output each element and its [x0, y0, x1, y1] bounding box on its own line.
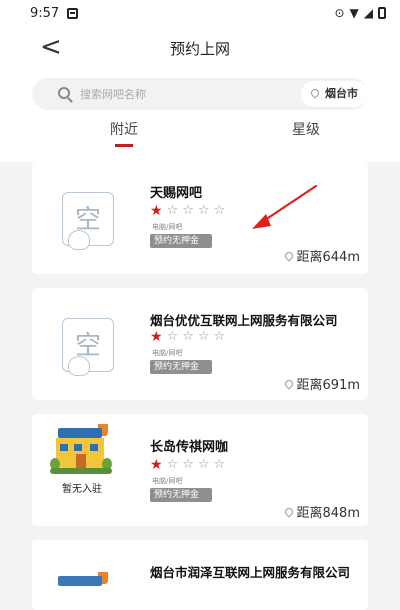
star-empty-icon: ☆: [197, 203, 210, 218]
location-pin-icon: [282, 505, 295, 518]
location-pin-icon: [282, 377, 295, 390]
star-filled-icon: ★: [150, 329, 163, 345]
status-time: 9:57: [30, 5, 60, 21]
page-title: 预约上网: [169, 40, 230, 58]
venue-distance: 距离691m: [282, 374, 360, 393]
list-item[interactable]: 空 烟台优优互联网上网服务有限公司 ★ ☆ ☆ ☆ ☆ 电脑/网吧 预约无押金 …: [32, 288, 368, 400]
star-rating: ★ ☆ ☆ ☆ ☆: [150, 329, 226, 345]
star-empty-icon: ☆: [182, 457, 194, 472]
venue-distance: 距离644m: [282, 246, 360, 265]
star-empty-icon: ☆: [182, 329, 194, 344]
star-empty-icon: ☆: [166, 203, 179, 218]
nav-bar: < 预约上网: [0, 26, 400, 70]
venue-name: 天赐网吧: [150, 186, 203, 201]
star-empty-icon: ☆: [166, 329, 179, 344]
signal-icon: ◢: [363, 6, 373, 20]
star-empty-icon: ☆: [166, 457, 179, 472]
venue-thumbnail: 暂无入驻: [50, 420, 114, 500]
status-bar: 9:57 ⊙ ▼ ◢: [0, 0, 400, 26]
star-rating: ★ ☆ ☆ ☆ ☆: [150, 457, 226, 473]
star-empty-icon: ☆: [213, 457, 226, 472]
wifi-icon: ▼: [349, 6, 359, 20]
venue-name: 长岛传祺网咖: [150, 440, 229, 455]
thumbnail-label: 暂无入驻: [62, 484, 102, 495]
tab-rating[interactable]: 星级: [292, 120, 320, 140]
venue-distance: 距离848m: [282, 502, 360, 521]
search-area: 搜索网吧名称 烟台市: [0, 70, 400, 120]
star-empty-icon: ☆: [182, 203, 194, 218]
battery-icon: [378, 7, 386, 19]
venue-category: 电脑/网吧: [152, 477, 183, 485]
tab-active-indicator: [115, 144, 133, 147]
venue-name: 烟台市润泽互联网上网服务有限公司: [150, 565, 351, 580]
venue-thumbnail: 空: [52, 302, 130, 382]
list-item[interactable]: 暂无入驻 长岛传祺网咖 ★ ☆ ☆ ☆ ☆ 电脑/网吧 预约无押金 距离848m: [32, 414, 368, 526]
star-empty-icon: ☆: [197, 457, 210, 472]
star-filled-icon: ★: [150, 203, 163, 219]
list-item[interactable]: 空 天赐网吧 ★ ☆ ☆ ☆ ☆ 电脑/网吧 预约无押金 距离644m: [32, 162, 368, 274]
search-placeholder: 搜索网吧名称: [80, 88, 146, 101]
location-pin-icon: [282, 249, 295, 262]
city-label: 烟台市: [325, 87, 358, 100]
search-icon: [58, 87, 70, 99]
building-icon: [58, 576, 102, 586]
venue-name: 烟台优优互联网上网服务有限公司: [150, 313, 338, 328]
star-empty-icon: ☆: [213, 329, 226, 344]
gallery-notification-icon: [67, 7, 79, 19]
city-selector[interactable]: 烟台市: [301, 81, 368, 107]
venue-category: 电脑/网吧: [152, 223, 183, 231]
location-status-icon: ⊙: [334, 6, 345, 20]
venue-thumbnail: [50, 568, 114, 608]
location-pin-icon: [309, 87, 321, 99]
search-input[interactable]: 搜索网吧名称 烟台市: [32, 78, 368, 110]
venue-category: 电脑/网吧: [152, 349, 183, 357]
booking-tag: 预约无押金: [150, 360, 212, 374]
star-empty-icon: ☆: [213, 203, 226, 218]
star-rating: ★ ☆ ☆ ☆ ☆: [150, 203, 226, 219]
star-empty-icon: ☆: [197, 329, 210, 344]
tab-nearby[interactable]: 附近: [110, 120, 138, 140]
star-filled-icon: ★: [150, 457, 163, 473]
booking-tag: 预约无押金: [150, 234, 212, 248]
tab-bar: 附近 星级: [0, 120, 400, 162]
venue-thumbnail: 空: [52, 176, 130, 256]
booking-tag: 预约无押金: [150, 488, 212, 502]
